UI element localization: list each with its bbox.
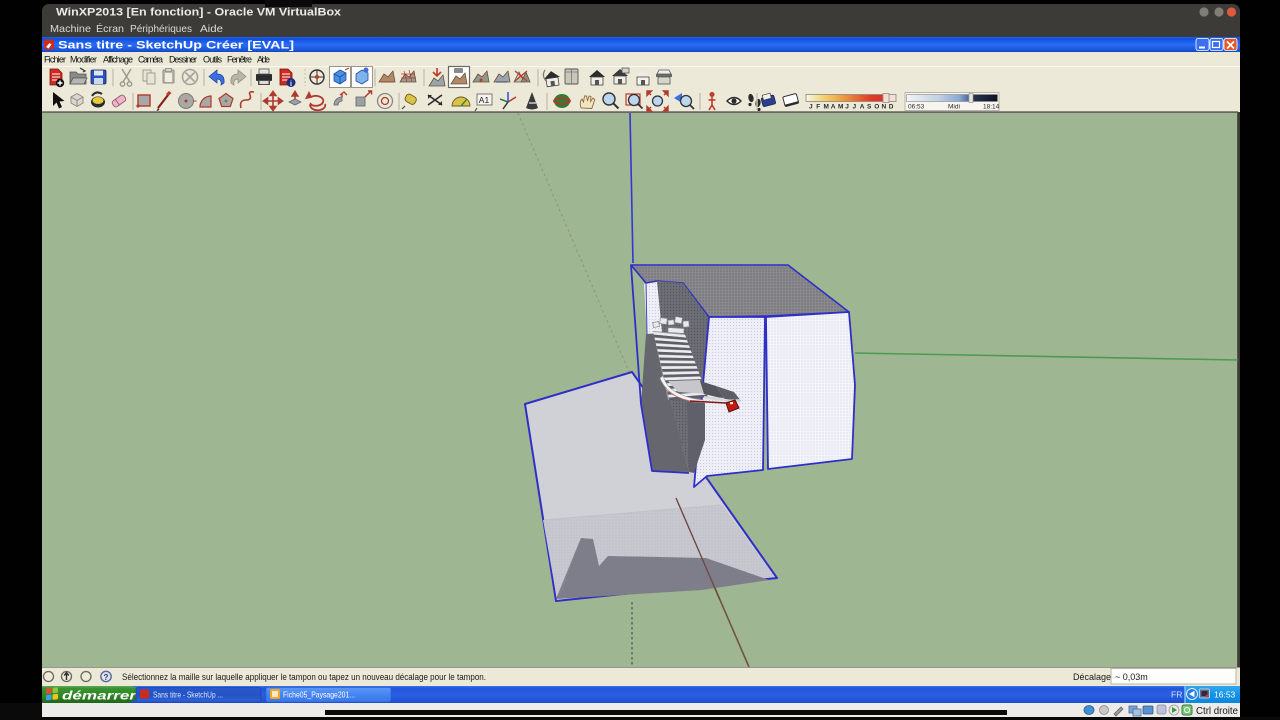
svg-text:A1: A1: [479, 95, 490, 105]
svg-text:Ctrl droite: Ctrl droite: [1196, 705, 1238, 717]
svg-text:F: F: [816, 104, 820, 111]
svg-text:Aide: Aide: [257, 55, 270, 65]
svg-text:D: D: [889, 104, 894, 111]
svg-text:Sans titre - SketchUp Créer [E: Sans titre - SketchUp Créer [EVAL]: [58, 40, 294, 52]
svg-text:Périphériques: Périphériques: [130, 23, 192, 35]
svg-text:18:14: 18:14: [983, 104, 1000, 111]
svg-text:Fiche05_Paysage201...: Fiche05_Paysage201...: [283, 690, 355, 700]
svg-text:Caméra: Caméra: [138, 55, 163, 65]
svg-text:M: M: [838, 104, 843, 111]
svg-text:A: A: [860, 104, 865, 111]
svg-text:Fenêtre: Fenêtre: [227, 55, 252, 65]
svg-text:A: A: [831, 104, 836, 111]
svg-text:16:53: 16:53: [1214, 690, 1236, 700]
svg-text:J: J: [809, 104, 813, 111]
svg-text:O: O: [874, 104, 879, 111]
svg-text:Machine: Machine: [50, 23, 91, 35]
svg-text:S: S: [867, 104, 872, 111]
svg-text:Sans titre - SketchUp ...: Sans titre - SketchUp ...: [153, 690, 223, 700]
svg-text:?: ?: [104, 673, 109, 682]
svg-text:Midi: Midi: [948, 104, 960, 111]
svg-text:Décalage: Décalage: [1073, 672, 1111, 682]
svg-text:Écran: Écran: [96, 22, 124, 35]
svg-text:Modifier: Modifier: [70, 55, 97, 65]
svg-text:Aide: Aide: [200, 23, 223, 35]
svg-text:J: J: [845, 104, 849, 111]
svg-text:J: J: [853, 104, 857, 111]
svg-text:M: M: [824, 104, 829, 111]
svg-text:Dessiner: Dessiner: [169, 55, 197, 65]
svg-text:Affichage: Affichage: [103, 55, 133, 65]
svg-text:i: i: [290, 81, 292, 88]
svg-text:FR: FR: [1171, 690, 1182, 700]
svg-text:N: N: [882, 104, 887, 111]
svg-text:06:53: 06:53: [908, 104, 925, 111]
svg-text:~ 0,03m: ~ 0,03m: [1115, 672, 1148, 682]
svg-text:démarrer: démarrer: [62, 689, 138, 703]
svg-text:Outils: Outils: [203, 55, 223, 65]
svg-text:Fichier: Fichier: [44, 55, 66, 65]
svg-text:WinXP2013 [En fonction] - Orac: WinXP2013 [En fonction] - Oracle VM Virt…: [56, 7, 342, 19]
svg-text:Sélectionnez la maille sur laq: Sélectionnez la maille sur laquelle appl…: [122, 672, 486, 682]
